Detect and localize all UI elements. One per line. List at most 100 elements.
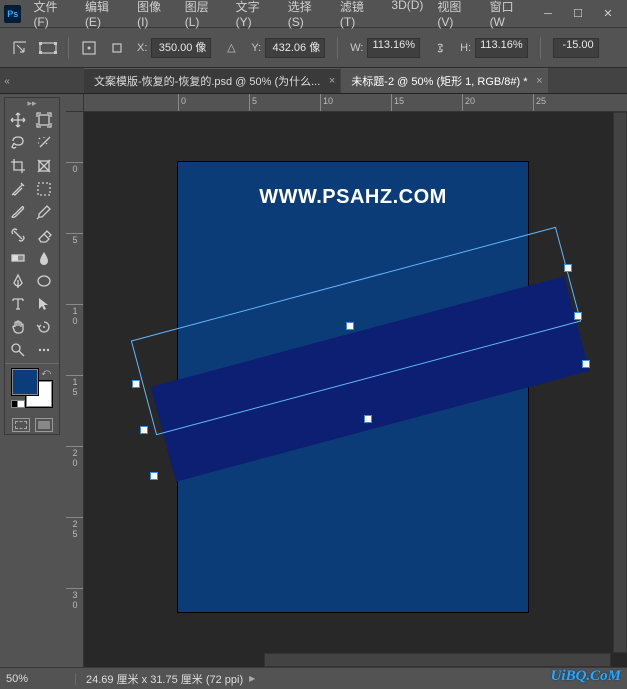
document-tab-2[interactable]: 未标题-2 @ 50% (矩形 1, RGB/8#) * × (341, 68, 547, 93)
vertical-ruler[interactable]: 0 5 10 15 20 25 30 (66, 112, 84, 667)
lasso-tool[interactable] (5, 131, 31, 154)
transform-controls-icon[interactable] (36, 36, 60, 60)
move-tool-preset-icon[interactable] (8, 36, 32, 60)
delta-icon[interactable]: △ (219, 36, 243, 60)
panel-collapse-toggle[interactable]: « (0, 69, 14, 93)
slice-tool[interactable] (31, 154, 57, 177)
menu-file[interactable]: 文件(F) (27, 0, 77, 32)
maximize-button[interactable]: ☐ (563, 3, 593, 25)
watermark-text: UiBQ.CoM (551, 668, 621, 685)
minimize-button[interactable]: ─ (533, 3, 563, 25)
v-tick: 10 (66, 304, 84, 326)
horizontal-ruler[interactable]: 0 5 10 15 20 25 (84, 94, 627, 112)
options-bar: X: 350.00 像 △ Y: 432.06 像 W: 113.16% H: … (0, 28, 627, 68)
rotate-view-tool[interactable] (31, 315, 57, 338)
link-aspect-icon[interactable] (428, 36, 452, 60)
menu-3d[interactable]: 3D(D) (385, 0, 429, 32)
info-flyout-icon[interactable]: ▶ (249, 674, 255, 683)
y-field[interactable]: 432.06 像 (265, 38, 325, 58)
reference-point-icon[interactable] (77, 36, 101, 60)
menu-edit[interactable]: 编辑(E) (79, 0, 129, 32)
w-field[interactable]: 113.16% (367, 38, 420, 58)
angle-field[interactable]: -15.00 (553, 38, 599, 58)
h-tick: 20 (462, 94, 475, 112)
h-tick: 0 (178, 94, 186, 112)
width-group: W: 113.16% (346, 38, 424, 58)
y-position-group: Y: 432.06 像 (247, 38, 329, 58)
main-menu: 文件(F) 编辑(E) 图像(I) 图层(L) 文字(Y) 选择(S) 滤镜(T… (27, 0, 533, 32)
v-tick: 15 (66, 375, 84, 397)
transform-handle-tr[interactable] (564, 264, 572, 272)
artboard-tool[interactable] (31, 108, 57, 131)
marquee-tool[interactable] (31, 177, 57, 200)
menu-window[interactable]: 窗口(W (484, 0, 534, 32)
tool-panel-grip[interactable]: ▸▸ (5, 98, 59, 108)
x-label: X: (137, 42, 147, 54)
crop-tool[interactable] (5, 154, 31, 177)
swap-colors-icon[interactable]: ⤺ (41, 367, 51, 378)
menu-filter[interactable]: 滤镜(T) (334, 0, 384, 32)
type-tool[interactable] (5, 292, 31, 315)
h-field[interactable]: 113.16% (475, 38, 528, 58)
menu-layer[interactable]: 图层(L) (179, 0, 228, 32)
transform-handle-br[interactable] (582, 360, 590, 368)
v-tick: 0 (66, 162, 84, 174)
h-label: H: (460, 42, 471, 54)
h-tick: 10 (320, 94, 333, 112)
pencil-tool[interactable] (31, 200, 57, 223)
window-controls: ─ ☐ ✕ (533, 3, 623, 25)
edit-toolbar[interactable] (31, 338, 57, 361)
tool-panel: ▸▸ ⤺ (4, 97, 60, 435)
transform-handle-ml[interactable] (140, 426, 148, 434)
zoom-tool[interactable] (5, 338, 31, 361)
zoom-level-field[interactable]: 50% (0, 673, 76, 685)
vertical-scrollbar[interactable] (613, 112, 627, 653)
horizontal-scrollbar[interactable] (264, 653, 611, 667)
menu-select[interactable]: 选择(S) (282, 0, 332, 32)
ruler-origin[interactable] (66, 94, 84, 112)
y-label: Y: (251, 42, 261, 54)
path-selection-tool[interactable] (31, 292, 57, 315)
hand-tool[interactable] (5, 315, 31, 338)
x-position-group: X: 350.00 像 (133, 38, 215, 58)
menu-view[interactable]: 视图(V) (431, 0, 481, 32)
menu-type[interactable]: 文字(Y) (230, 0, 280, 32)
default-colors-icon[interactable] (11, 395, 25, 413)
transform-handle-tc[interactable] (346, 322, 354, 330)
blur-tool[interactable] (31, 246, 57, 269)
app-logo: Ps (4, 5, 21, 23)
eraser-tool[interactable] (31, 223, 57, 246)
v-tick: 30 (66, 588, 84, 610)
eyedropper-tool[interactable] (5, 177, 31, 200)
close-button[interactable]: ✕ (593, 3, 623, 25)
tab-2-close-icon[interactable]: × (536, 75, 542, 87)
foreground-color-swatch[interactable] (11, 368, 39, 396)
document-info[interactable]: 24.69 厘米 x 31.75 厘米 (72 ppi) ▶ (76, 671, 265, 687)
title-bar: Ps 文件(F) 编辑(E) 图像(I) 图层(L) 文字(Y) 选择(S) 滤… (0, 0, 627, 28)
v-tick: 25 (66, 517, 84, 539)
transform-handle-bl[interactable] (150, 472, 158, 480)
gradient-tool[interactable] (5, 246, 31, 269)
pen-tool[interactable] (5, 269, 31, 292)
brush-tool[interactable] (5, 200, 31, 223)
transform-handle-bc[interactable] (364, 415, 372, 423)
canvas-viewport[interactable]: WWW.PSAHZ.COM (84, 112, 627, 667)
transform-handle-mr[interactable] (574, 312, 582, 320)
document-text: WWW.PSAHZ.COM (178, 186, 528, 209)
tab-1-label: 文案模版-恢复的-恢复的.psd @ 50% (为什么... (94, 73, 320, 89)
shape-tool[interactable] (31, 269, 57, 292)
w-label: W: (350, 42, 363, 54)
relative-position-icon[interactable] (105, 36, 129, 60)
transform-handle-tl[interactable] (132, 380, 140, 388)
standard-mode-icon[interactable] (12, 418, 30, 432)
move-tool[interactable] (5, 108, 31, 131)
quick-mask-mode-icon[interactable] (35, 418, 53, 432)
tab-1-close-icon[interactable]: × (329, 75, 335, 87)
document-dimensions: 24.69 厘米 x 31.75 厘米 (72 ppi) (86, 671, 243, 687)
document-tab-1[interactable]: 文案模版-恢复的-恢复的.psd @ 50% (为什么... × (84, 68, 340, 93)
v-tick: 20 (66, 446, 84, 468)
magic-wand-tool[interactable] (31, 131, 57, 154)
healing-brush-tool[interactable] (5, 223, 31, 246)
menu-image[interactable]: 图像(I) (131, 0, 177, 32)
x-field[interactable]: 350.00 像 (151, 38, 211, 58)
